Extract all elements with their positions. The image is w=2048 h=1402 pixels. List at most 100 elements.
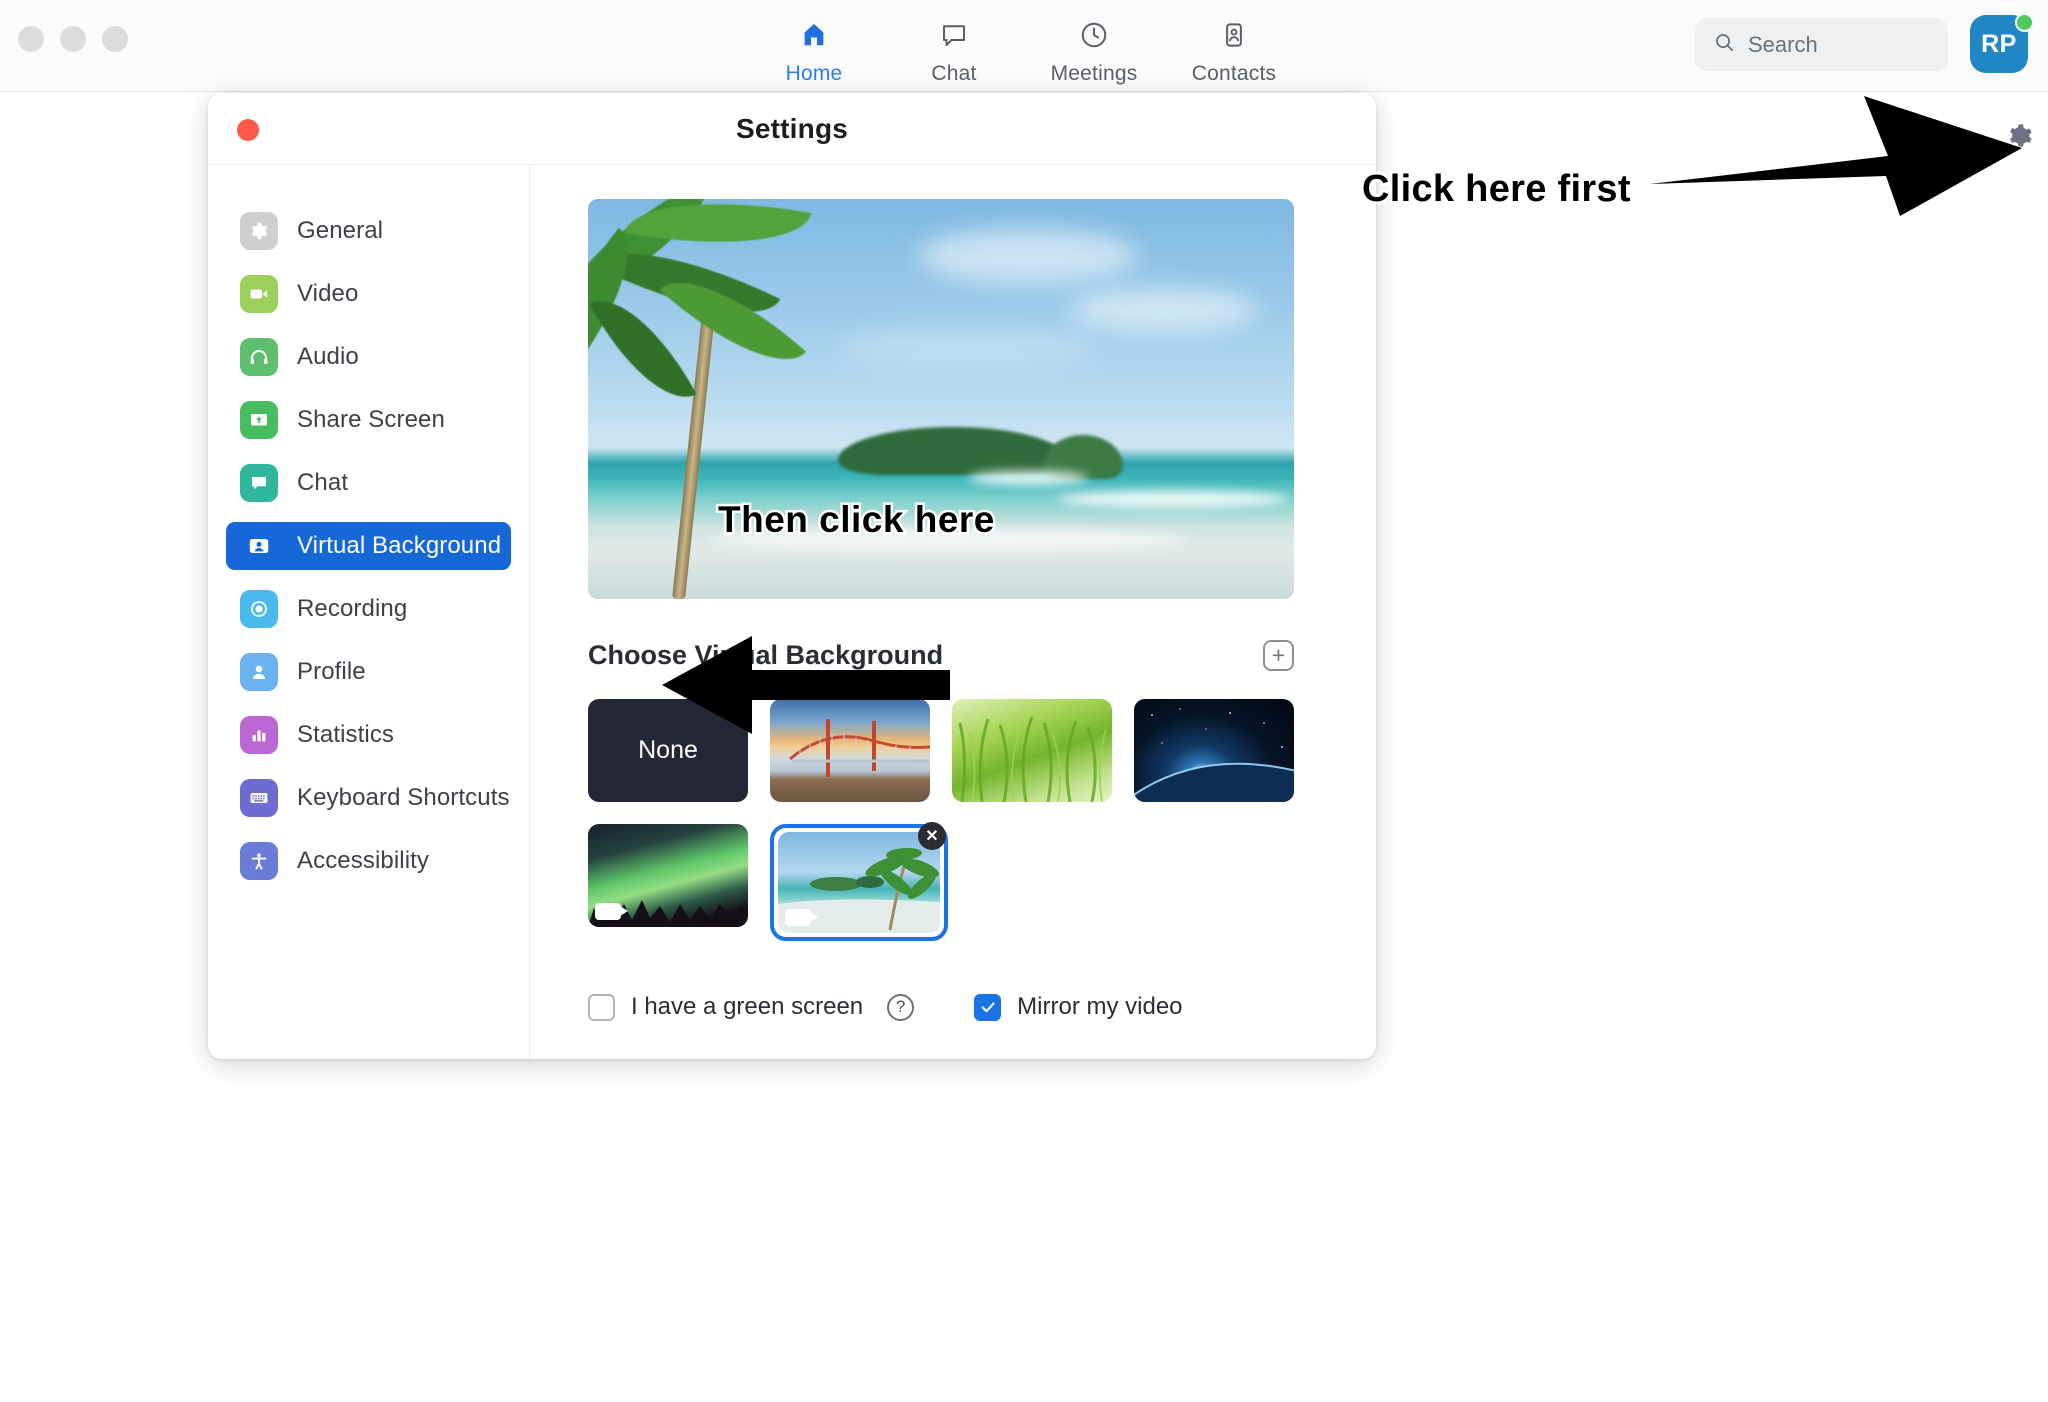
sidebar-item-label: Chat bbox=[297, 469, 349, 496]
video-badge-icon bbox=[595, 903, 628, 920]
accessibility-icon bbox=[240, 842, 278, 880]
background-thumb-space[interactable] bbox=[1134, 699, 1294, 802]
sidebar-item-label: General bbox=[297, 217, 384, 244]
record-circle-icon bbox=[240, 590, 278, 628]
checkmark-icon bbox=[981, 1002, 995, 1013]
green-screen-option[interactable]: I have a green screen ? bbox=[588, 993, 915, 1021]
sidebar-item-share-screen[interactable]: Share Screen bbox=[226, 396, 511, 444]
virtual-background-panel: Then click here Choose Virtual Backgroun… bbox=[530, 165, 1376, 1059]
status-badge bbox=[2015, 13, 2034, 32]
background-thumb-none[interactable]: None bbox=[588, 699, 748, 802]
preview-cloud bbox=[918, 229, 1138, 283]
sidebar-item-label: Audio bbox=[297, 343, 359, 370]
search-icon bbox=[1713, 31, 1736, 59]
search-placeholder: Search bbox=[1748, 31, 1818, 57]
remove-background-button[interactable]: ✕ bbox=[918, 822, 946, 850]
green-screen-label: I have a green screen bbox=[631, 993, 864, 1020]
mirror-video-option[interactable]: Mirror my video bbox=[974, 993, 1183, 1021]
gear-icon[interactable] bbox=[2006, 122, 2034, 155]
annotation-step-1-arrow bbox=[1650, 96, 2022, 216]
traffic-light-close[interactable] bbox=[18, 26, 44, 52]
nav-tab-meetings[interactable]: Meetings bbox=[1024, 6, 1164, 86]
sidebar-item-label: Recording bbox=[297, 595, 408, 622]
nav-tab-home[interactable]: Home bbox=[744, 6, 884, 86]
sidebar-item-profile[interactable]: Profile bbox=[226, 648, 511, 696]
page-title: Settings bbox=[735, 112, 849, 144]
background-thumb-beach-wrapper: ✕ bbox=[770, 822, 948, 941]
traffic-light-maximize[interactable] bbox=[102, 26, 128, 52]
section-title: Choose Virtual Background bbox=[588, 640, 944, 670]
annotation-step-2-text: Then click here bbox=[716, 497, 997, 543]
choose-background-header: Choose Virtual Background + bbox=[588, 640, 1294, 671]
preview-cloud bbox=[838, 329, 1098, 367]
app-root: Home Chat Meetings Contacts Search RP Se… bbox=[0, 0, 2048, 1402]
grass-detail bbox=[958, 716, 1107, 802]
video-camera-icon bbox=[240, 275, 278, 313]
background-thumb-label: None bbox=[638, 736, 698, 764]
preview-surf bbox=[968, 471, 1088, 485]
nav-tab-chat[interactable]: Chat bbox=[884, 6, 1024, 86]
clock-icon bbox=[1079, 16, 1109, 54]
background-thumb-beach[interactable] bbox=[778, 832, 940, 933]
top-navigation-bar: Home Chat Meetings Contacts Search RP bbox=[0, 0, 2048, 92]
settings-window: Settings General Video Audio Share Scree… bbox=[208, 93, 1376, 1059]
person-card-icon bbox=[240, 527, 278, 565]
background-thumb-bridge[interactable] bbox=[770, 699, 930, 802]
window-traffic-lights[interactable] bbox=[18, 26, 128, 52]
nav-tab-home-label: Home bbox=[785, 62, 843, 85]
sidebar-item-keyboard-shortcuts[interactable]: Keyboard Shortcuts bbox=[226, 774, 511, 822]
sidebar-item-label: Profile bbox=[297, 658, 366, 685]
sidebar-item-statistics[interactable]: Statistics bbox=[226, 711, 511, 759]
sidebar-item-label: Statistics bbox=[297, 721, 395, 748]
gear-icon bbox=[240, 212, 278, 250]
annotation-step-1-text: Click here first bbox=[1359, 165, 1633, 213]
mirror-video-label: Mirror my video bbox=[1017, 993, 1183, 1020]
sidebar-item-virtual-background[interactable]: Virtual Background bbox=[226, 522, 511, 570]
space-detail bbox=[1134, 708, 1294, 802]
sidebar-item-label: Video bbox=[297, 280, 359, 307]
main-nav: Home Chat Meetings Contacts bbox=[744, 6, 1304, 86]
search-input[interactable]: Search bbox=[1695, 18, 1948, 71]
green-screen-checkbox[interactable] bbox=[588, 993, 615, 1021]
close-window-button[interactable] bbox=[237, 119, 259, 141]
plus-icon: + bbox=[1271, 642, 1286, 668]
settings-body: General Video Audio Share Screen Chat Vi… bbox=[208, 165, 1376, 1059]
video-badge-icon bbox=[785, 909, 818, 926]
nav-tab-chat-label: Chat bbox=[931, 62, 977, 85]
sidebar-item-label: Keyboard Shortcuts bbox=[297, 784, 510, 811]
sidebar-item-chat[interactable]: Chat bbox=[226, 459, 511, 507]
sidebar-item-label: Share Screen bbox=[297, 406, 445, 433]
background-thumb-aurora[interactable] bbox=[588, 824, 748, 927]
preview-cloud bbox=[1068, 289, 1258, 331]
user-avatar-button[interactable]: RP bbox=[1970, 13, 2034, 77]
settings-title-bar: Settings bbox=[208, 93, 1376, 165]
sidebar-item-audio[interactable]: Audio bbox=[226, 333, 511, 381]
bridge-detail bbox=[789, 719, 930, 777]
settings-sidebar: General Video Audio Share Screen Chat Vi… bbox=[208, 165, 530, 1059]
home-icon bbox=[799, 16, 829, 54]
mirror-video-checkbox[interactable] bbox=[974, 993, 1002, 1021]
sidebar-item-label: Virtual Background bbox=[297, 532, 502, 559]
share-screen-icon bbox=[240, 401, 278, 439]
bar-chart-icon bbox=[240, 716, 278, 754]
sidebar-item-accessibility[interactable]: Accessibility bbox=[226, 837, 511, 885]
person-icon bbox=[240, 653, 278, 691]
background-options-row: I have a green screen ? Mirror my video bbox=[588, 993, 1183, 1021]
nav-tab-meetings-label: Meetings bbox=[1050, 62, 1138, 85]
contacts-icon bbox=[1219, 16, 1249, 54]
background-thumb-grass[interactable] bbox=[952, 699, 1112, 802]
background-thumbnail-grid: None ✕ bbox=[588, 699, 1308, 941]
sidebar-item-label: Accessibility bbox=[297, 847, 429, 874]
traffic-light-minimize[interactable] bbox=[60, 26, 86, 52]
sidebar-item-recording[interactable]: Recording bbox=[226, 585, 511, 633]
sidebar-item-general[interactable]: General bbox=[226, 207, 511, 255]
help-icon[interactable]: ? bbox=[887, 993, 915, 1021]
add-background-button[interactable]: + bbox=[1263, 640, 1294, 671]
video-preview: Then click here bbox=[588, 199, 1294, 599]
preview-surf bbox=[1058, 491, 1288, 507]
nav-tab-contacts[interactable]: Contacts bbox=[1164, 6, 1304, 86]
sidebar-item-video[interactable]: Video bbox=[226, 270, 511, 318]
chat-bubble-icon bbox=[240, 464, 278, 502]
headphones-icon bbox=[240, 338, 278, 376]
keyboard-icon bbox=[240, 779, 278, 817]
